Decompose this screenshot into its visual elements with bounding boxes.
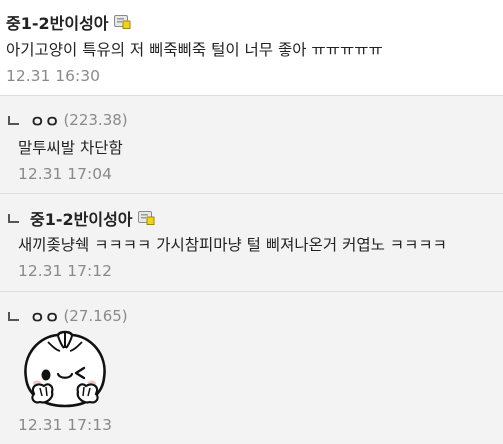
reply-item: ㅇㅇ (27.165) 12.31 17:13	[0, 292, 503, 444]
comment-text: 새끼좆냥쉑 ㅋㅋㅋㅋ 가시참피마냥 털 삐져나온거 커엽노 ㅋㅋㅋㅋ	[18, 236, 447, 254]
comment-nickname[interactable]: 중1-2반이성아	[30, 206, 133, 230]
reply-arrow-icon	[8, 311, 20, 321]
comment-item: 중1-2반이성아 아기고양이 특유의 저 삐죽삐죽 털이 너무 좋아 ㅠㅠㅠㅠㅠ…	[0, 0, 503, 95]
comment-ip: (223.38)	[63, 111, 128, 129]
comment-nickname[interactable]: ㅇㅇ	[30, 304, 59, 328]
fixed-nick-badge-icon	[137, 211, 155, 225]
reply-arrow-icon	[8, 115, 20, 125]
comment-ip: (27.165)	[63, 307, 128, 325]
comment-date: 12.31 17:12	[18, 262, 112, 280]
comment-date: 12.31 17:13	[18, 416, 112, 434]
fixed-nick-badge-icon	[113, 15, 131, 29]
comment-date: 12.31 17:04	[18, 165, 112, 183]
comment-text: 아기고양이 특유의 저 삐죽삐죽 털이 너무 좋아 ㅠㅠㅠㅠㅠ	[6, 41, 383, 59]
comment-text: 말투씨발 차단함	[18, 139, 123, 157]
comment-nickname[interactable]: 중1-2반이성아	[6, 10, 109, 34]
comment-nickname[interactable]: ㅇㅇ	[30, 108, 59, 132]
comment-date: 12.31 16:30	[6, 67, 100, 85]
dumpling-emoticon[interactable]	[18, 328, 112, 410]
reply-item: 중1-2반이성아 새끼좆냥쉑 ㅋㅋㅋㅋ 가시참피마냥 털 삐져나온거 커엽노 ㅋ…	[0, 194, 503, 291]
reply-item: ㅇㅇ (223.38) 말투씨발 차단함 12.31 17:04	[0, 96, 503, 193]
reply-arrow-icon	[8, 213, 20, 223]
